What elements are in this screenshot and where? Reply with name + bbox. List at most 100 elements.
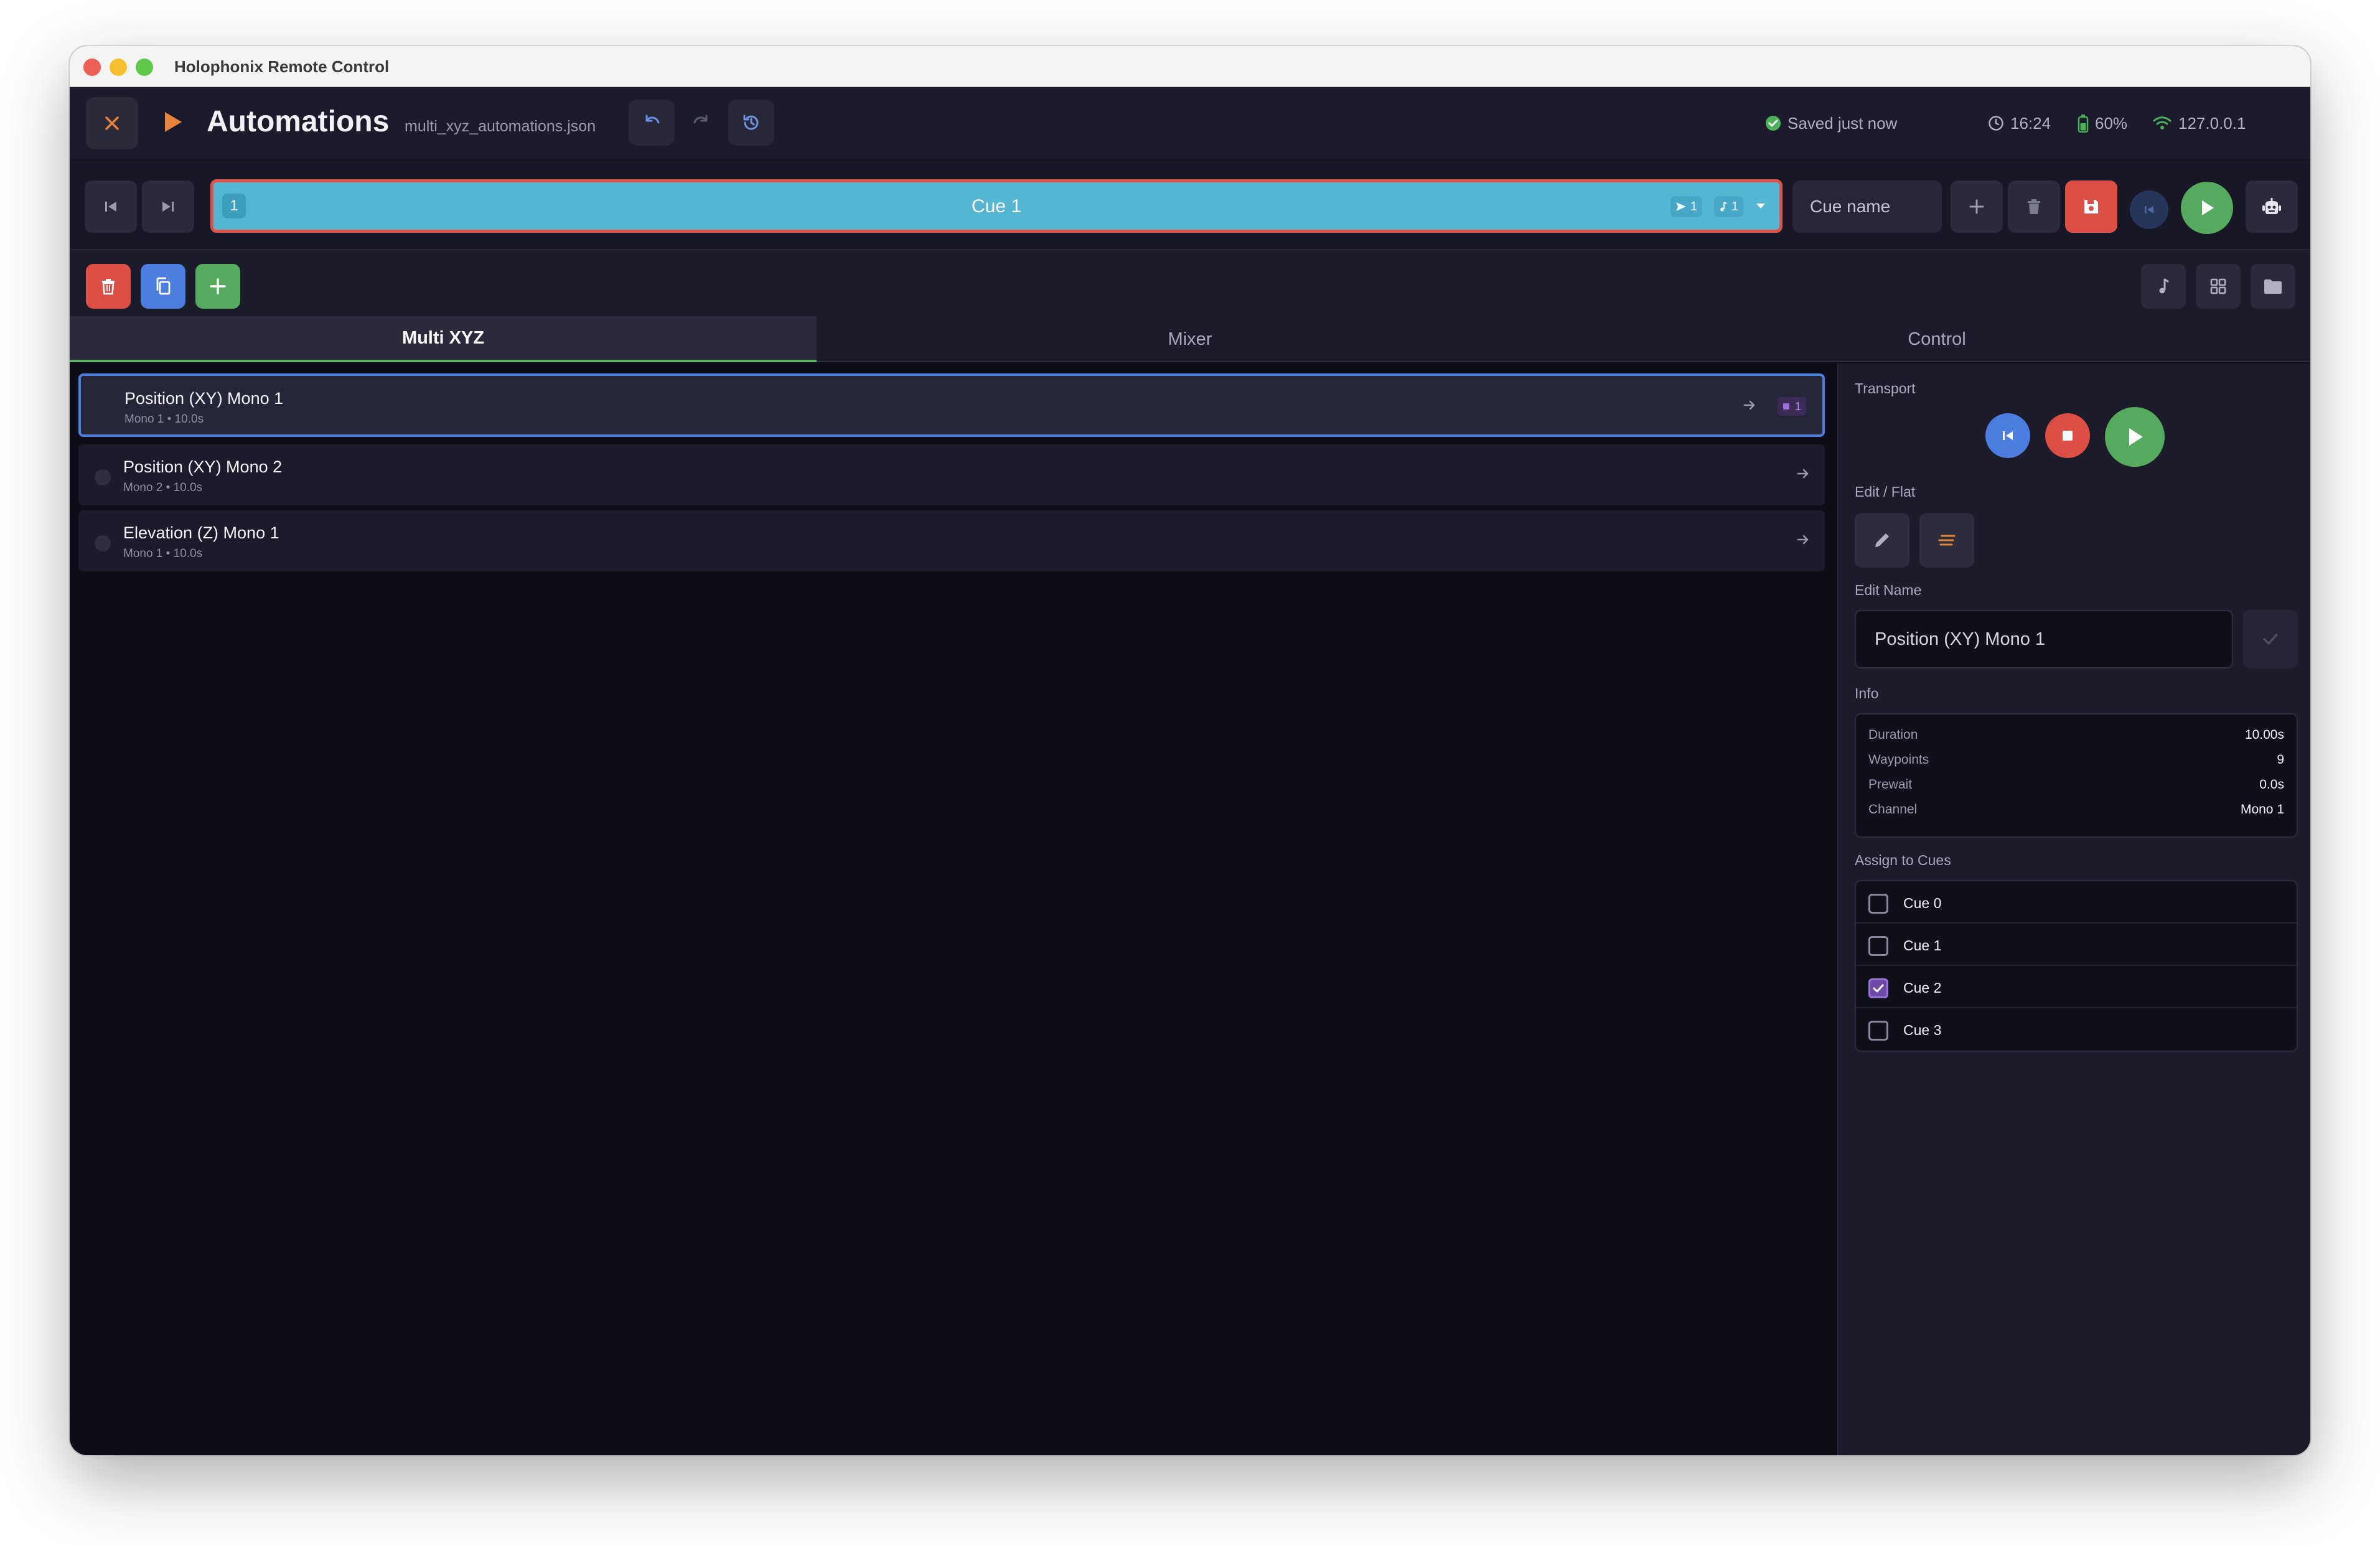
save-status-text: Saved just now (1787, 113, 1898, 133)
folder-button[interactable] (2251, 264, 2295, 309)
redo-button[interactable] (678, 100, 724, 146)
cue-checkbox[interactable] (1868, 1021, 1888, 1041)
item-title: Elevation (Z) Mono 1 (123, 523, 279, 542)
battery-icon (2078, 115, 2089, 133)
assign-cue-row[interactable]: Cue 2 (1856, 966, 2297, 1008)
confirm-name-button[interactable] (2243, 610, 2298, 668)
window-zoom-button[interactable] (136, 59, 153, 76)
robot-icon (2262, 198, 2281, 214)
info-value: 0.0s (2259, 777, 2284, 792)
network-status: 127.0.0.1 (2152, 111, 2246, 136)
cue-checkbox[interactable] (1868, 936, 1888, 956)
square-icon (1783, 403, 1789, 410)
grid-view-button[interactable] (2196, 264, 2241, 309)
cue-name: Cue 1 (971, 196, 1022, 217)
folder-icon (2264, 279, 2282, 294)
close-button[interactable] (86, 97, 138, 149)
clock-status: 16:24 (1988, 111, 2051, 136)
item-tag-text: 1 (1794, 400, 1801, 413)
save-cue-button[interactable] (2065, 180, 2117, 233)
info-box: Duration 10.00s Waypoints 9 Prewait 0.0s… (1855, 713, 2298, 838)
check-icon (1873, 984, 1884, 993)
tab-mixer[interactable]: Mixer (817, 316, 1563, 362)
item-subtitle: Mono 2 • 10.0s (123, 481, 203, 494)
audio-view-button[interactable] (2141, 264, 2186, 309)
cue-rewind-button[interactable] (2130, 190, 2168, 229)
info-row: Prewait 0.0s (1868, 775, 2284, 794)
details-panel: Transport Edit / Flat Edit Name In (1837, 363, 2310, 1455)
undo-button[interactable] (629, 100, 675, 146)
cue-checkbox[interactable] (1868, 978, 1888, 998)
cue-selector[interactable]: 1 Cue 1 1 1 (210, 179, 1783, 233)
delete-cue-button[interactable] (2008, 180, 2060, 233)
assign-cue-label: Cue 1 (1903, 937, 1942, 953)
cue-bar: 1 Cue 1 1 1 (70, 161, 2310, 250)
page-title: Automations (207, 105, 390, 138)
cue-checkbox[interactable] (1868, 894, 1888, 914)
app-window: Holophonix Remote Control Automations mu… (70, 46, 2310, 1455)
item-title: Position (XY) Mono 1 (124, 389, 284, 408)
item-cue-tag: 1 (1777, 397, 1806, 416)
assign-cue-label: Cue 2 (1903, 980, 1942, 996)
skip-back-icon (105, 202, 116, 212)
window-minimize-button[interactable] (110, 59, 127, 76)
window-close-button[interactable] (83, 59, 101, 76)
edit-button[interactable] (1855, 513, 1909, 568)
list-item[interactable]: Elevation (Z) Mono 1 Mono 1 • 10.0s (78, 510, 1825, 571)
add-automation-button[interactable] (195, 264, 240, 309)
status-dot (95, 469, 111, 485)
play-logo-icon (165, 112, 182, 132)
edit-name-label: Edit Name (1855, 582, 1922, 598)
wifi-icon (2153, 116, 2172, 129)
list-item[interactable]: Position (XY) Mono 2 Mono 2 • 10.0s (78, 444, 1825, 505)
flat-button[interactable] (1919, 513, 1974, 568)
music-note-icon (2159, 278, 2169, 294)
info-value: 10.00s (2244, 728, 2284, 742)
transport-rewind-button[interactable] (1985, 413, 2030, 458)
assign-cue-label: Cue 0 (1903, 895, 1942, 911)
copy-icon (156, 277, 171, 295)
status-dot (95, 535, 111, 551)
robot-button[interactable] (2246, 180, 2298, 233)
tab-control[interactable]: Control (1563, 316, 2310, 362)
item-title: Position (XY) Mono 2 (123, 457, 283, 476)
header: Automations multi_xyz_automations.json S… (70, 87, 2310, 161)
title-bar: Holophonix Remote Control (70, 46, 2310, 87)
info-label: Info (1855, 685, 1879, 701)
add-cue-button[interactable] (1951, 180, 2003, 233)
info-row: Waypoints 9 (1868, 751, 2284, 769)
info-value: 9 (2277, 752, 2284, 767)
skip-back-icon (2003, 431, 2013, 440)
battery-text: 60% (2095, 113, 2128, 133)
trash-icon (2028, 199, 2040, 214)
cue-name-input[interactable] (1792, 180, 1942, 233)
clock-icon (1989, 116, 2003, 131)
item-subtitle: Mono 1 • 10.0s (123, 547, 203, 560)
transport-play-button[interactable] (2105, 407, 2165, 467)
arrow-right-icon (1797, 535, 1809, 545)
list-item[interactable]: Position (XY) Mono 1 Mono 1 • 10.0s 1 (78, 373, 1825, 437)
duplicate-automation-button[interactable] (141, 264, 185, 309)
trash-icon (102, 279, 115, 295)
edit-flat-label: Edit / Flat (1855, 484, 1916, 500)
music-note-icon (1720, 202, 1727, 212)
assign-cue-row[interactable]: Cue 3 (1856, 1008, 2297, 1051)
next-cue-button[interactable] (142, 180, 194, 233)
cue-play-button[interactable] (2181, 182, 2233, 234)
network-text: 127.0.0.1 (2178, 113, 2246, 133)
assign-cue-row[interactable]: Cue 0 (1856, 881, 2297, 924)
transport-label: Transport (1855, 380, 1916, 396)
history-button[interactable] (728, 100, 774, 146)
automation-name-input[interactable] (1855, 610, 2233, 668)
info-key: Channel (1868, 802, 1918, 817)
tab-multi-xyz[interactable]: Multi XYZ (70, 316, 817, 362)
previous-cue-button[interactable] (85, 180, 137, 233)
pencil-icon (1875, 533, 1889, 547)
arrow-right-icon (1797, 469, 1809, 479)
delete-automation-button[interactable] (86, 264, 131, 309)
transport-stop-button[interactable] (2045, 413, 2090, 458)
assign-cue-row[interactable]: Cue 1 (1856, 924, 2297, 966)
tab-bar: Multi XYZ Mixer Control (70, 316, 2310, 362)
save-icon (2084, 200, 2098, 213)
redo-icon (693, 115, 708, 124)
